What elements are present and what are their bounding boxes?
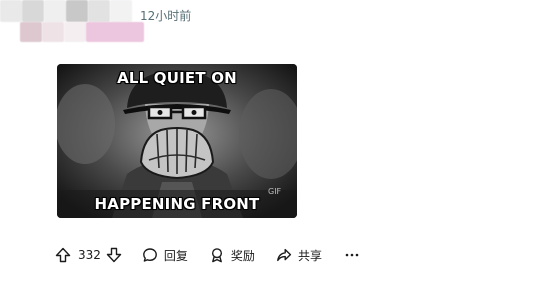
blurred-avatar — [110, 0, 132, 22]
post-action-bar: 332 回复 奖励 共享 — [55, 244, 360, 266]
gif-caption-bottom: HAPPENING FRONT — [94, 195, 260, 213]
post-header: 12小时前 — [0, 0, 550, 50]
blurred-avatar — [44, 0, 66, 22]
vote-count: 332 — [78, 248, 101, 262]
blurred-avatar — [22, 0, 44, 22]
upvote-arrow-icon[interactable] — [55, 247, 71, 263]
gif-badge: GIF — [268, 187, 282, 196]
blurred-avatar — [66, 0, 88, 22]
more-options-button[interactable] — [344, 244, 360, 266]
blurred-avatar — [88, 0, 110, 22]
share-label: 共享 — [297, 248, 322, 263]
blurred-username — [86, 22, 144, 42]
blurred-username — [42, 22, 64, 42]
blurred-avatar — [0, 0, 22, 22]
share-arrow-icon — [276, 247, 292, 263]
award-icon — [209, 247, 225, 263]
gif-caption-top: ALL QUIET ON — [117, 69, 237, 87]
blurred-username — [20, 22, 42, 42]
vote-group: 332 — [55, 244, 122, 266]
reply-button[interactable]: 回复 — [142, 244, 188, 266]
reply-label: 回复 — [163, 248, 188, 263]
post-gif[interactable]: ALL QUIET ON HAPPENING FRONT GIF — [57, 64, 297, 218]
more-dots-icon — [344, 247, 360, 263]
award-button[interactable]: 奖励 — [209, 244, 255, 266]
downvote-arrow-icon[interactable] — [106, 247, 122, 263]
speech-bubble-icon — [142, 247, 158, 263]
award-label: 奖励 — [230, 248, 255, 263]
share-button[interactable]: 共享 — [276, 244, 322, 266]
blurred-username — [64, 22, 86, 42]
post-timestamp: 12小时前 — [140, 9, 192, 23]
